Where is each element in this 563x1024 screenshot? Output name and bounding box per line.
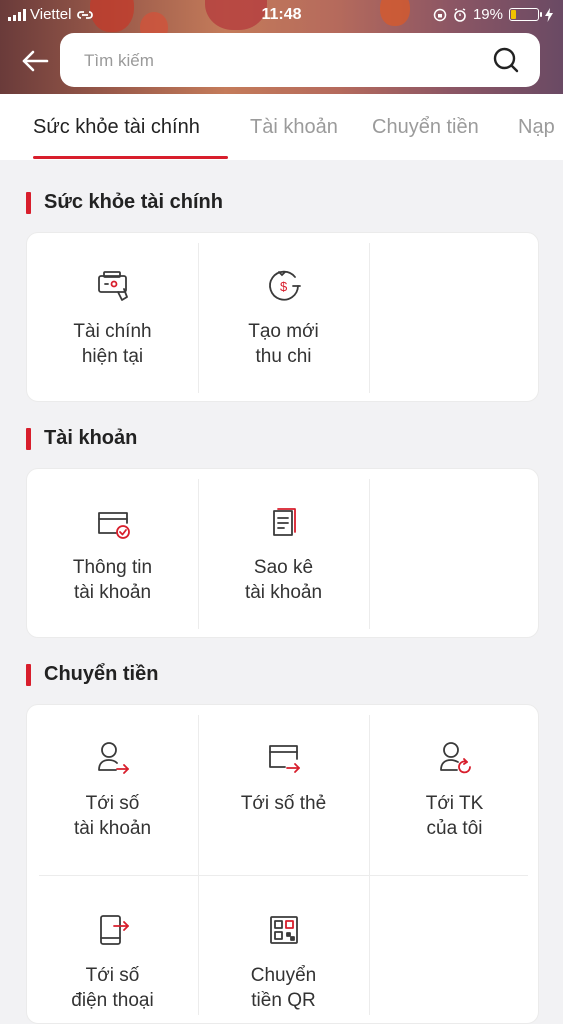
phone-transfer-icon (99, 915, 129, 945)
current-finance-label: Tài chính hiện tại (73, 321, 152, 367)
active-tab-indicator (33, 156, 228, 159)
transfer-to-my-account-label: Tới TK của tôi (425, 793, 484, 839)
account-info-button[interactable]: Thông tin tài khoản (27, 505, 198, 605)
new-income-expense-label: Tạo mới thu chi (248, 321, 319, 367)
account-card: Thông tin tài khoản Sao kê tài khoản (26, 468, 539, 638)
orientation-lock-icon (433, 8, 447, 21)
transfer-to-card-label: Tới số thẻ (240, 793, 327, 814)
search-icon[interactable] (492, 46, 520, 74)
alarm-icon (454, 7, 466, 22)
tab-financial-health[interactable]: Sức khỏe tài chính (33, 116, 200, 139)
user-refresh-icon (439, 742, 471, 774)
transfer-qr-label: Chuyển tiền QR (250, 965, 317, 1011)
transfer-to-phone-label: Tới số điện thoại (71, 965, 154, 1011)
battery-icon (509, 8, 542, 21)
search-input[interactable] (82, 45, 466, 77)
section-accent-bar (26, 663, 31, 686)
search-box[interactable] (60, 33, 540, 87)
section-title-transfer: Chuyển tiền (26, 663, 158, 686)
back-arrow-icon[interactable] (20, 46, 50, 76)
money-circle-icon: $ (268, 270, 301, 301)
tab-transfer[interactable]: Chuyển tiền (372, 116, 479, 139)
transfer-to-my-account-button[interactable]: Tới TK của tôi (369, 739, 538, 841)
status-bar: Viettel 11:48 19% (0, 0, 563, 30)
new-income-expense-button[interactable]: $ Tạo mới thu chi (198, 267, 369, 369)
transfer-card: Tới số tài khoản Tới số thẻ Tới TK của t… (26, 704, 539, 1024)
account-info-label: Thông tin tài khoản (72, 557, 153, 603)
transfer-to-account-label: Tới số tài khoản (73, 793, 152, 839)
account-statement-button[interactable]: Sao kê tài khoản (198, 505, 369, 605)
tab-account[interactable]: Tài khoản (250, 116, 338, 139)
current-finance-button[interactable]: Tài chính hiện tại (27, 267, 198, 369)
svg-text:$: $ (280, 279, 288, 294)
app-header: Viettel 11:48 19% (0, 0, 563, 94)
category-tabs: Sức khỏe tài chính Tài khoản Chuyển tiền… (0, 94, 563, 160)
tab-topup[interactable]: Nạp (518, 116, 555, 139)
section-title-account: Tài khoản (26, 427, 137, 450)
battery-percent: 19% (472, 6, 503, 23)
section-title-financial-health: Sức khỏe tài chính (26, 191, 223, 214)
card-check-icon (97, 512, 130, 539)
account-statement-label: Sao kê tài khoản (244, 557, 323, 603)
section-accent-bar (26, 427, 31, 450)
transfer-qr-button[interactable]: Chuyển tiền QR (198, 911, 369, 1013)
financial-health-card: Tài chính hiện tại $ Tạo mới thu chi (26, 232, 539, 402)
wallet-hand-icon (97, 271, 128, 301)
qr-code-icon (269, 916, 298, 944)
transfer-to-phone-button[interactable]: Tới số điện thoại (27, 911, 198, 1013)
transfer-to-account-button[interactable]: Tới số tài khoản (27, 739, 198, 841)
section-accent-bar (26, 191, 31, 214)
statement-icon (272, 508, 296, 536)
charging-icon (545, 7, 553, 22)
user-transfer-icon (97, 742, 129, 774)
card-transfer-icon (268, 745, 300, 773)
transfer-to-card-button[interactable]: Tới số thẻ (198, 739, 369, 816)
